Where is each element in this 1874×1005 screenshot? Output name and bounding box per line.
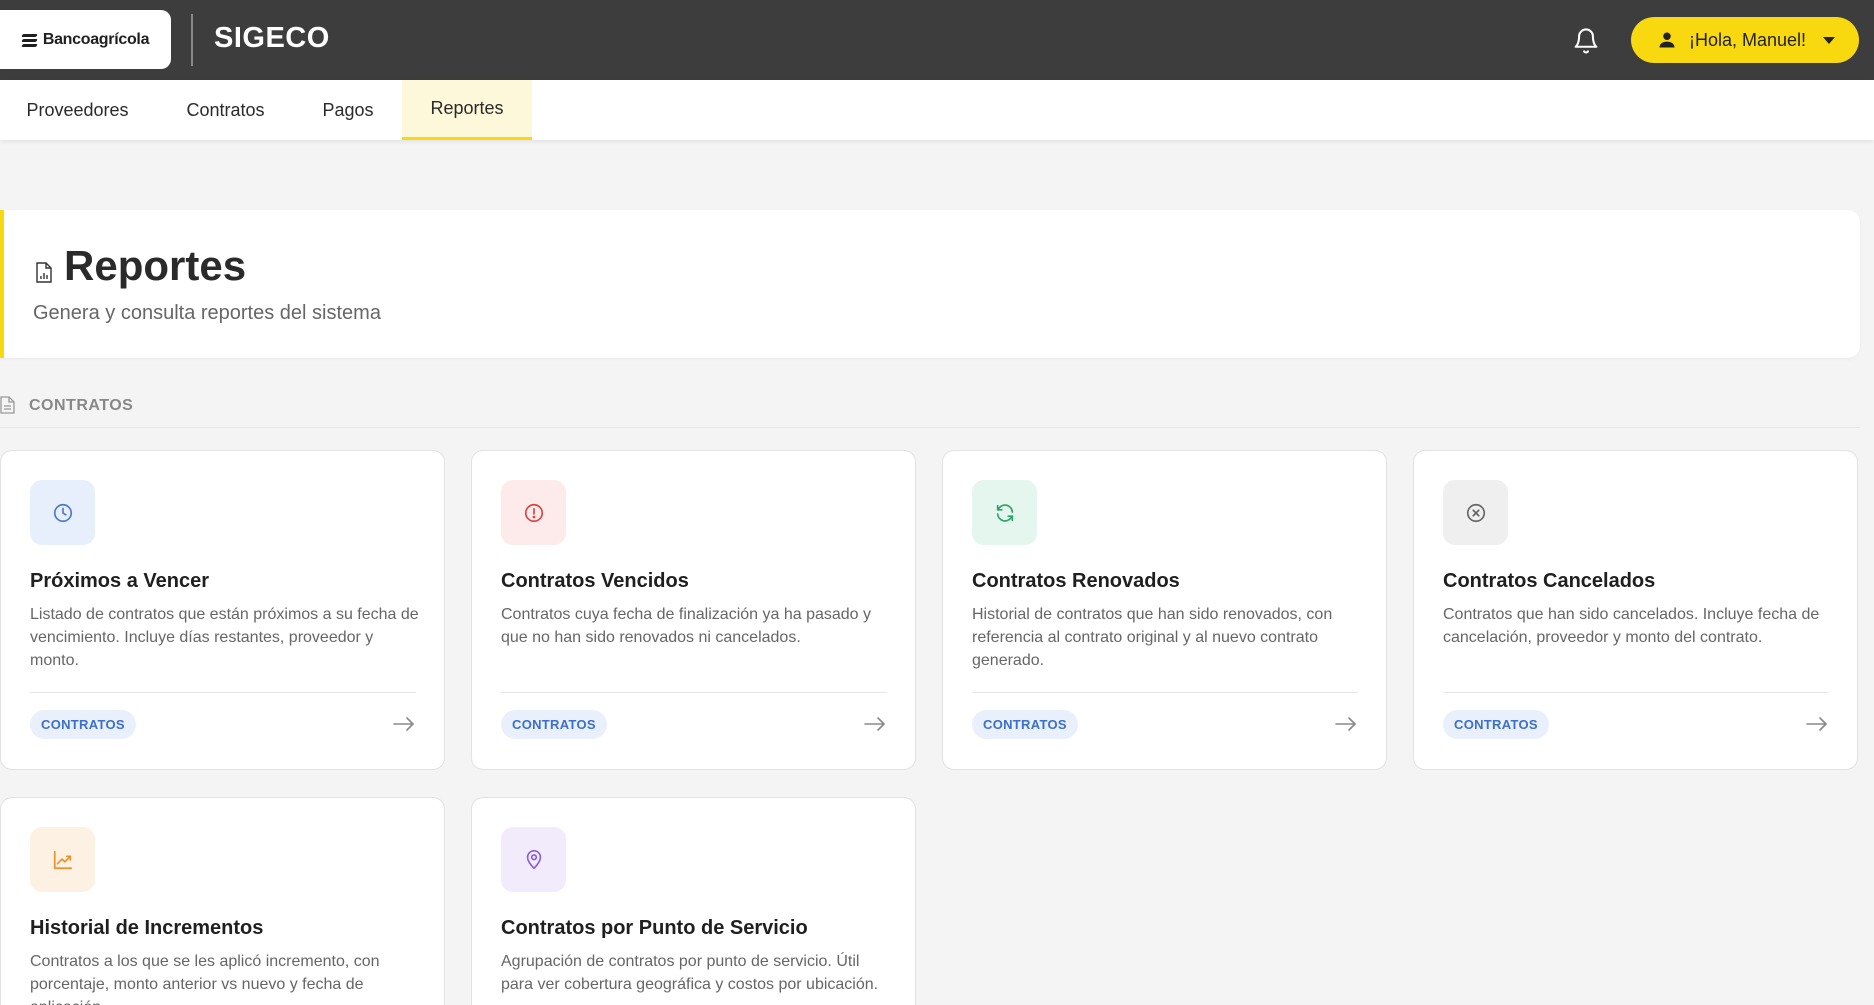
section-label: CONTRATOS <box>29 397 134 414</box>
card-description: Historial de contratos que han sido reno… <box>972 606 1333 669</box>
report-card-contratos-vencidos[interactable]: Contratos Vencidos Contratos cuya fecha … <box>471 450 916 770</box>
nav-tab-pagos[interactable]: Pagos <box>296 80 400 140</box>
report-card-proximos-a-vencer[interactable]: Próximos a Vencer Listado de contratos q… <box>0 450 445 770</box>
card-divider <box>30 692 416 693</box>
nav-tab-contratos[interactable]: Contratos <box>155 80 296 140</box>
report-document-icon <box>36 262 52 283</box>
trending-up-icon <box>53 850 72 869</box>
x-circle-icon <box>1466 503 1485 522</box>
card-title: Contratos Renovados <box>972 570 1180 592</box>
report-card-historial-de-incrementos[interactable]: Historial de Incrementos Contratos a los… <box>0 797 445 1005</box>
card-title: Historial de Incrementos <box>30 917 264 939</box>
user-icon <box>1659 32 1675 48</box>
clock-icon <box>53 503 72 522</box>
card-divider <box>1443 692 1829 693</box>
refresh-icon <box>996 503 1013 522</box>
card-icon-box <box>1443 480 1508 545</box>
bancoagricola-logo[interactable]: Bancoagrícola <box>0 10 171 69</box>
card-icon-box <box>501 480 566 545</box>
page-header-card: Reportes Genera y consulta reportes del … <box>0 210 1860 358</box>
app-title: SIGECO <box>214 22 330 54</box>
card-divider <box>501 692 887 693</box>
map-pin-icon <box>526 849 541 869</box>
page-subtitle: Genera y consulta reportes del sistema <box>33 302 381 324</box>
card-icon-box <box>30 480 95 545</box>
card-tag: CONTRATOS <box>501 710 607 739</box>
arrow-right-icon[interactable] <box>393 717 415 731</box>
report-card-contratos-por-punto-de-servicio[interactable]: Contratos por Punto de Servicio Agrupaci… <box>471 797 916 1005</box>
card-description: Contratos cuya fecha de finalización ya … <box>501 606 872 646</box>
page-title: Reportes <box>64 242 247 289</box>
bell-icon[interactable] <box>1572 26 1600 56</box>
top-bar: Bancoagrícola SIGECO ¡Hola, Manuel! <box>0 0 1874 80</box>
user-greeting: ¡Hola, Manuel! <box>1689 29 1807 50</box>
logo-mark-icon <box>21 33 38 47</box>
card-description: Agrupación de contratos por punto de ser… <box>501 953 879 993</box>
card-tag: CONTRATOS <box>30 710 136 739</box>
card-title: Próximos a Vencer <box>30 570 209 592</box>
card-icon-box <box>972 480 1037 545</box>
file-text-icon <box>0 396 15 414</box>
arrow-right-icon[interactable] <box>864 717 886 731</box>
card-description: Contratos que han sido cancelados. Inclu… <box>1443 606 1820 646</box>
logo-separator <box>191 14 193 66</box>
report-card-contratos-cancelados[interactable]: Contratos Cancelados Contratos que han s… <box>1413 450 1858 770</box>
card-title: Contratos por Punto de Servicio <box>501 917 808 939</box>
card-divider <box>972 692 1358 693</box>
card-icon-box <box>501 827 566 892</box>
card-tag: CONTRATOS <box>972 710 1078 739</box>
main-nav: Proveedores Contratos Pagos Reportes <box>0 80 1874 140</box>
card-title: Contratos Vencidos <box>501 570 689 592</box>
nav-tab-proveedores[interactable]: Proveedores <box>0 80 155 140</box>
arrow-right-icon[interactable] <box>1335 717 1357 731</box>
card-description: Listado de contratos que están próximos … <box>30 606 419 669</box>
card-icon-box <box>30 827 95 892</box>
report-card-contratos-renovados[interactable]: Contratos Renovados Historial de contrat… <box>942 450 1387 770</box>
card-tag: CONTRATOS <box>1443 710 1549 739</box>
caret-down-icon <box>1823 37 1835 44</box>
arrow-right-icon[interactable] <box>1806 717 1828 731</box>
user-menu-button[interactable]: ¡Hola, Manuel! <box>1631 17 1859 63</box>
section-header-contratos: CONTRATOS <box>0 396 1860 428</box>
card-description: Contratos a los que se les aplicó increm… <box>30 953 380 1005</box>
logo-text: Bancoagrícola <box>42 30 150 48</box>
card-title: Contratos Cancelados <box>1443 570 1656 592</box>
alert-circle-icon <box>524 503 543 522</box>
nav-tab-reportes[interactable]: Reportes <box>402 80 532 140</box>
